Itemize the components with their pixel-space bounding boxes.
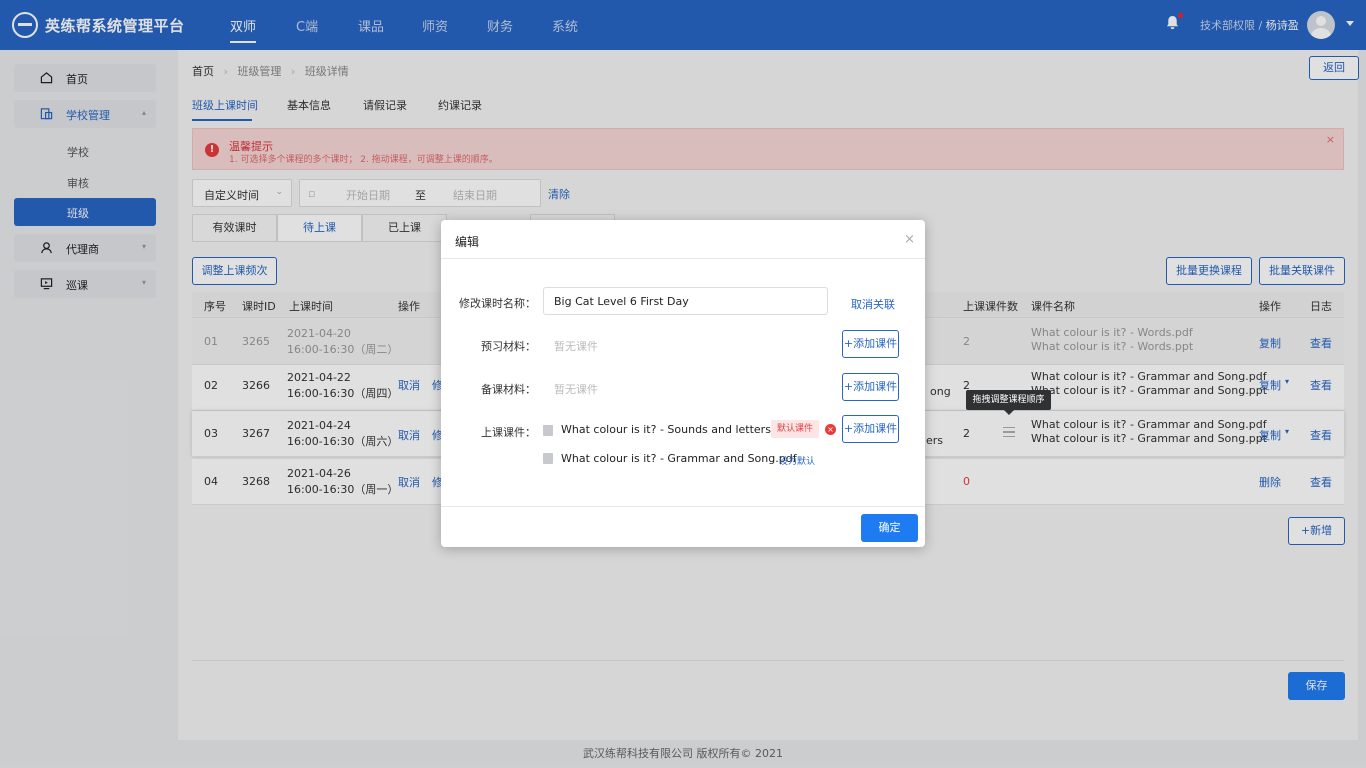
prep-empty: 暂无课件 <box>554 383 598 396</box>
remove-icon[interactable]: × <box>825 424 836 435</box>
courseware-file: What colour is it? - Grammar and Song.pd… <box>561 452 797 465</box>
add-preview-button[interactable]: +添加课件 <box>842 330 899 358</box>
drag-tooltip: 拖拽调整课程顺序 <box>966 390 1051 415</box>
add-class-button[interactable]: +添加课件 <box>842 415 899 443</box>
add-prep-button[interactable]: +添加课件 <box>842 373 899 401</box>
default-tag: 默认课件 <box>771 420 819 438</box>
name-label: 修改课时名称： <box>459 297 536 310</box>
modal-divider <box>441 506 925 507</box>
unlink-button[interactable]: 取消关联 <box>851 296 895 312</box>
confirm-button[interactable]: 确定 <box>861 514 918 542</box>
edit-modal: 编辑 × 修改课时名称： Big Cat Level 6 First Day 取… <box>441 220 925 547</box>
prep-label: 备课材料： <box>481 383 536 396</box>
preview-label: 预习材料： <box>481 340 536 353</box>
drag-handle-icon[interactable] <box>1003 427 1015 437</box>
courseware-file: What colour is it? - Sounds and letters.… <box>561 423 800 436</box>
set-default-link[interactable]: 设为默认 <box>779 454 815 467</box>
modal-divider <box>441 258 925 259</box>
preview-empty: 暂无课件 <box>554 340 598 353</box>
file-icon <box>543 453 553 464</box>
file-icon <box>543 425 553 436</box>
modal-title: 编辑 <box>455 235 480 249</box>
lesson-name-input[interactable]: Big Cat Level 6 First Day <box>543 287 828 315</box>
class-label: 上课课件： <box>481 426 536 439</box>
close-icon[interactable]: × <box>904 232 915 247</box>
